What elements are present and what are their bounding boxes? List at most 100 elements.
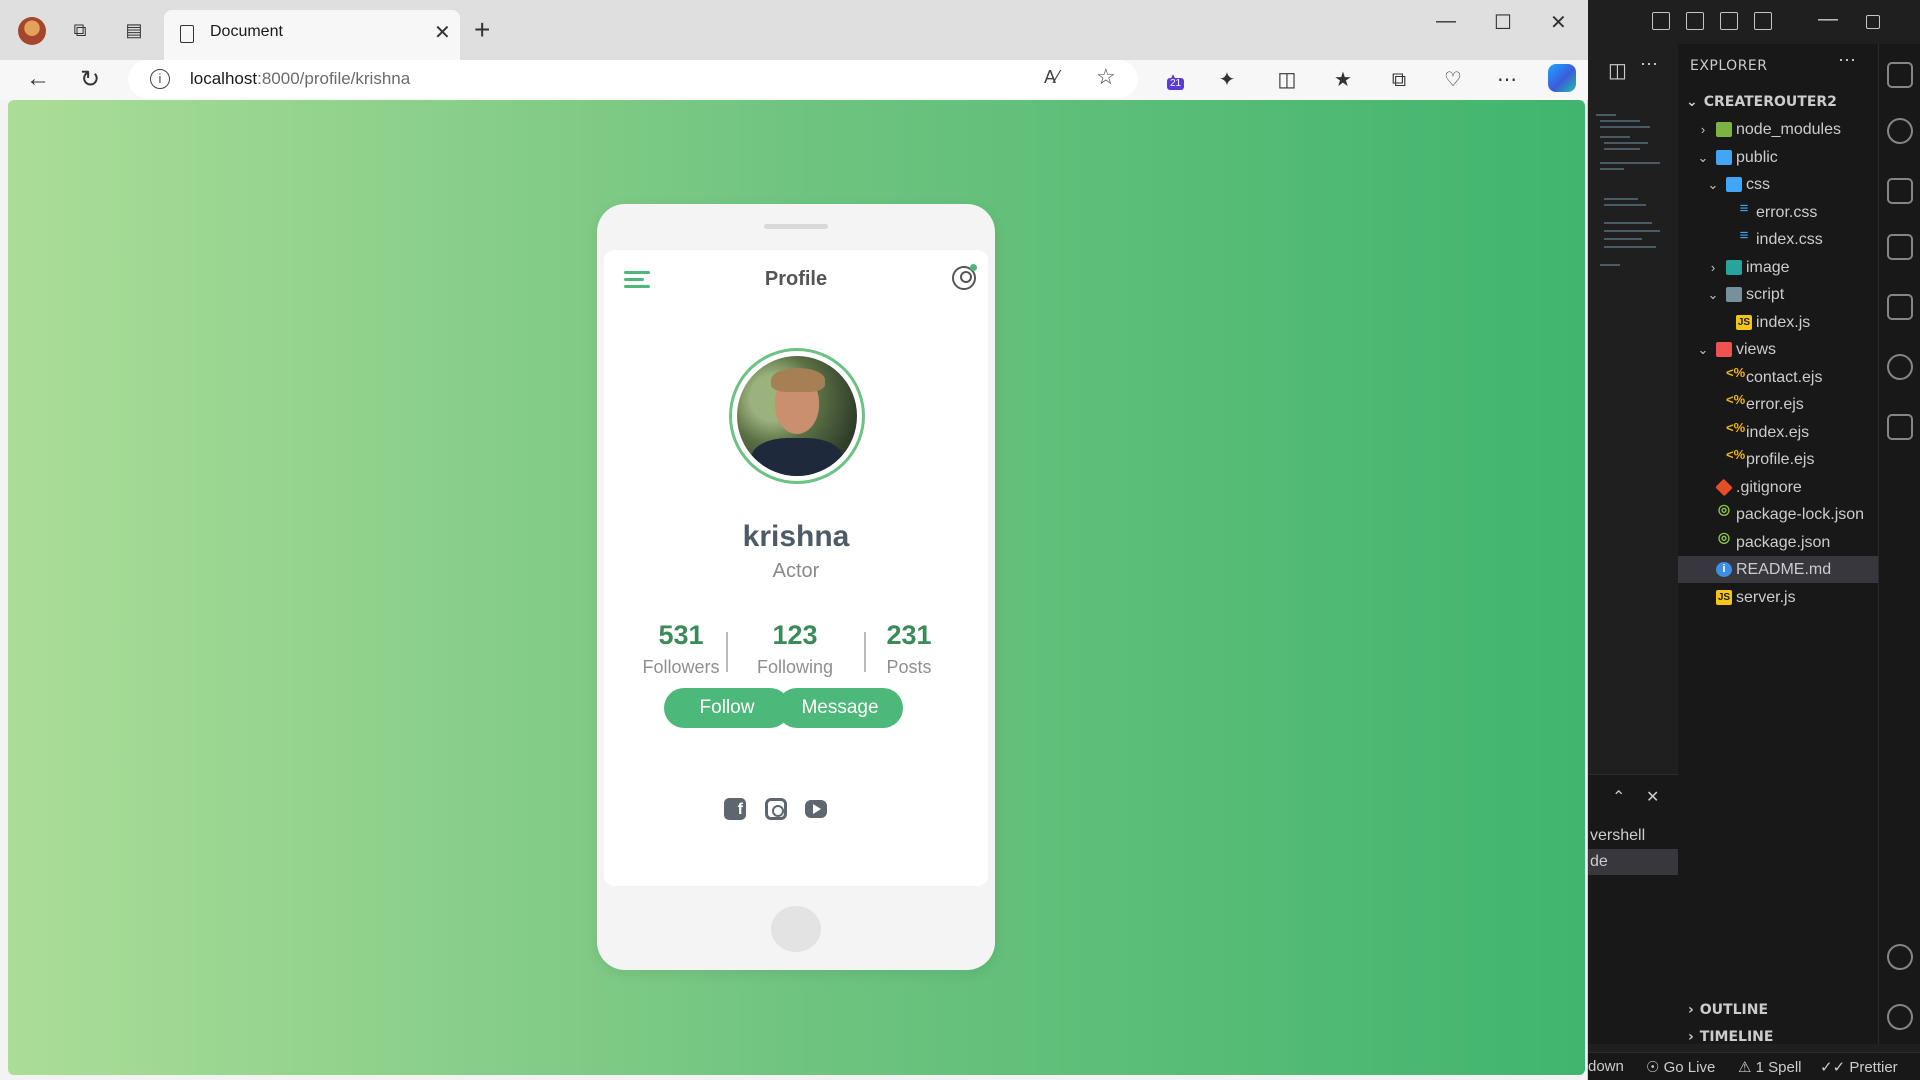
tree-file-profile-ejs[interactable]: <% profile.ejs (1678, 446, 1878, 473)
broadcast-icon: ☉ (1646, 1059, 1664, 1076)
minimize-icon[interactable]: — (1818, 8, 1838, 31)
message-button[interactable]: Message (777, 688, 903, 728)
tree-file-contact-ejs[interactable]: <% contact.ejs (1678, 364, 1878, 391)
tab-actions-icon[interactable]: ▤ (124, 20, 144, 40)
favorites-icon[interactable]: ★ (1330, 68, 1356, 92)
explorer-more-icon[interactable]: ⋯ (1838, 50, 1856, 71)
browser-profile-avatar[interactable] (18, 17, 46, 45)
status-prettier[interactable]: ✓✓ Prettier (1820, 1058, 1898, 1076)
chevron-up-icon[interactable]: ⌃ (1612, 787, 1625, 807)
timeline-section[interactable]: › TIMELINE (1688, 1029, 1773, 1045)
tree-file-package-lock-json[interactable]: ◎ package-lock.json (1678, 501, 1878, 528)
folder-open-icon (1726, 177, 1742, 192)
stat-value: 123 (772, 620, 818, 650)
tree-folder-views[interactable]: ⌄ views (1678, 336, 1878, 363)
split-screen-icon[interactable]: ◫ (1274, 68, 1300, 92)
minimize-icon[interactable]: — (1436, 10, 1456, 33)
git-file-icon (1715, 478, 1733, 497)
account-icon[interactable] (1887, 944, 1913, 970)
browser-tab[interactable]: Document ✕ (164, 10, 460, 60)
project-root[interactable]: ⌄ CREATEROUTER2 (1686, 94, 1837, 110)
toggle-sidebar-icon[interactable] (1652, 12, 1670, 30)
phone-screen: Profile krishna Actor 531 Followers 123 … (604, 250, 988, 886)
vscode-title-bar: — (1588, 0, 1920, 44)
phone-home-button (771, 906, 821, 952)
customize-layout-icon[interactable] (1754, 12, 1772, 30)
folder-open-icon (1716, 150, 1732, 165)
tree-file-gitignore[interactable]: .gitignore (1678, 474, 1878, 501)
minimap[interactable] (1596, 114, 1671, 314)
profile-name: krishna (742, 520, 850, 553)
maximize-icon[interactable] (1866, 15, 1880, 29)
tree-file-server-js[interactable]: JS server.js (1678, 584, 1878, 611)
terminal-tab-node[interactable]: de (1588, 849, 1678, 875)
terminal-tab-powershell[interactable]: vershell (1588, 823, 1678, 849)
tree-file-index-js[interactable]: JS index.js (1678, 309, 1878, 336)
status-go-live[interactable]: ☉ Go Live (1646, 1058, 1715, 1076)
warning-icon: ⚠ (1738, 1059, 1756, 1076)
toggle-secondary-sidebar-icon[interactable] (1720, 12, 1738, 30)
facebook-icon[interactable]: f (724, 798, 746, 820)
close-panel-icon[interactable]: ✕ (1646, 787, 1659, 807)
user-account-icon[interactable] (952, 264, 977, 290)
url-text[interactable]: localhost:8000/profile/krishna (190, 69, 410, 89)
refresh-icon[interactable]: ↻ (80, 65, 100, 94)
favorite-star-icon[interactable]: ☆ (1096, 64, 1116, 90)
tree-file-index-css[interactable]: ≡ index.css (1678, 226, 1878, 253)
status-spell[interactable]: ⚠ 1 Spell (1738, 1058, 1802, 1076)
profile-role: Actor (772, 560, 820, 582)
follow-button[interactable]: Follow (664, 688, 790, 728)
js-file-icon: JS (1716, 590, 1732, 605)
tree-folder-image[interactable]: › image (1678, 254, 1878, 281)
address-bar[interactable]: i localhost:8000/profile/krishna A⁄ ☆ (128, 60, 1138, 98)
folder-open-icon (1726, 287, 1742, 302)
json-file-icon: ◎ (1717, 529, 1731, 545)
extensions-icon[interactable] (1887, 294, 1913, 320)
tree-folder-css[interactable]: ⌄ css (1678, 171, 1878, 198)
profile-photo (737, 356, 857, 476)
tab-close-icon[interactable]: ✕ (434, 20, 451, 45)
search-icon[interactable] (1887, 118, 1913, 144)
split-editor-icon[interactable]: ◫ (1608, 58, 1627, 83)
tree-file-readme[interactable]: i README.md (1678, 556, 1878, 583)
remote-icon[interactable] (1887, 354, 1913, 380)
tree-folder-node-modules[interactable]: › node_modules (1678, 116, 1878, 143)
testing-icon[interactable] (1887, 414, 1913, 440)
explorer-title: EXPLORER (1690, 58, 1768, 74)
tree-folder-script[interactable]: ⌄ script (1678, 281, 1878, 308)
workspaces-icon[interactable]: ⧉ (70, 20, 90, 40)
tree-folder-public[interactable]: ⌄ public (1678, 144, 1878, 171)
outline-section[interactable]: › OUTLINE (1688, 1002, 1768, 1018)
collections-icon[interactable]: ⧉ (1386, 68, 1412, 92)
copilot-icon[interactable] (1548, 64, 1576, 92)
extension-badge: 21 (1167, 78, 1185, 90)
files-icon[interactable] (1887, 62, 1913, 88)
tree-file-index-ejs[interactable]: <% index.ejs (1678, 419, 1878, 446)
toggle-panel-icon[interactable] (1686, 12, 1704, 30)
read-aloud-icon[interactable]: A⁄ (1044, 67, 1059, 88)
status-item-down[interactable]: down (1588, 1058, 1624, 1075)
source-control-icon[interactable] (1887, 178, 1913, 204)
vscode-window: — ◫ ⋯ ⌃ ✕ vershell de EXPLORER ⋯ ⌄ CREAT… (1588, 0, 1920, 1080)
run-debug-icon[interactable] (1887, 234, 1913, 260)
settings-more-icon[interactable]: ⋯ (1494, 68, 1520, 92)
new-tab-icon[interactable]: + (474, 14, 490, 46)
close-window-icon[interactable]: ✕ (1550, 10, 1567, 35)
tree-file-error-css[interactable]: ≡ error.css (1678, 199, 1878, 226)
maximize-icon[interactable]: ☐ (1494, 10, 1512, 35)
extensions-puzzle-icon[interactable]: ✦ (1214, 68, 1240, 92)
tree-file-package-json[interactable]: ◎ package.json (1678, 529, 1878, 556)
settings-gear-icon[interactable] (1887, 1004, 1913, 1030)
instagram-icon[interactable] (765, 798, 787, 820)
ejs-file-icon: <% (1726, 447, 1746, 462)
editor-more-icon[interactable]: ⋯ (1640, 54, 1658, 75)
back-arrow-icon[interactable]: ← (26, 65, 50, 93)
stat-label: Followers (642, 657, 720, 677)
vscode-status-bar: down ☉ Go Live ⚠ 1 Spell ✓✓ Prettier (1588, 1052, 1920, 1080)
youtube-icon[interactable] (805, 800, 827, 818)
browser-essentials-icon[interactable]: ♡ (1440, 68, 1466, 92)
tree-file-error-ejs[interactable]: <% error.ejs (1678, 391, 1878, 418)
site-info-icon[interactable]: i (150, 69, 170, 89)
stat-label: Posts (886, 657, 932, 677)
stat-divider (726, 632, 728, 672)
